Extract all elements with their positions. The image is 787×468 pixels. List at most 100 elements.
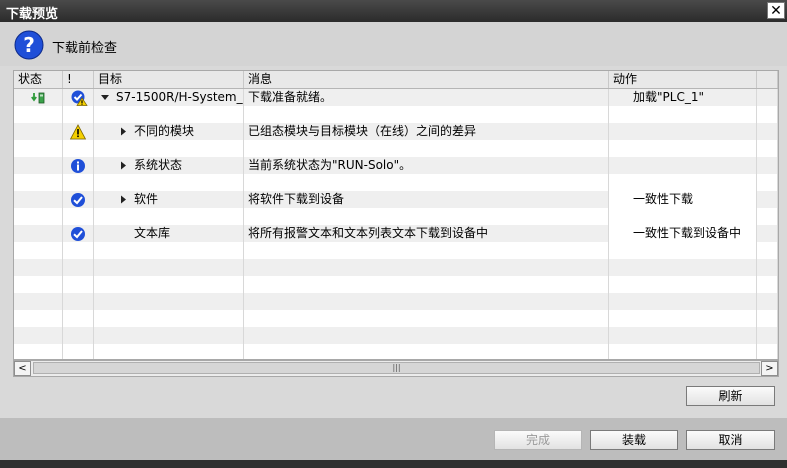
- column-header-status[interactable]: 状态: [14, 71, 63, 88]
- filler-cell: [757, 123, 778, 140]
- table-header: 状态 ! 目标 消息 动作: [14, 71, 778, 89]
- message-cell: [244, 208, 609, 225]
- action-cell: [609, 259, 757, 276]
- alert-cell: [63, 140, 94, 157]
- alert-cell: [63, 89, 94, 106]
- svg-text:?: ?: [23, 33, 35, 57]
- message-cell: [244, 276, 609, 293]
- download-device-icon: [30, 91, 46, 106]
- action-cell: [609, 123, 757, 140]
- table-row[interactable]: [14, 276, 778, 293]
- status-cell: [14, 327, 63, 344]
- message-cell: [244, 140, 609, 157]
- status-cell: [14, 157, 63, 174]
- column-header-target[interactable]: 目标: [94, 71, 244, 88]
- table-row[interactable]: [14, 106, 778, 123]
- alert-cell: [63, 310, 94, 327]
- message-cell: [244, 310, 609, 327]
- action-cell: [609, 157, 757, 174]
- status-cell: [14, 174, 63, 191]
- scroll-left-button[interactable]: <: [14, 361, 31, 376]
- filler-cell: [757, 242, 778, 259]
- close-button[interactable]: ✕: [767, 2, 785, 19]
- message-cell: [244, 174, 609, 191]
- action-cell: [609, 276, 757, 293]
- scroll-right-button[interactable]: >: [761, 361, 778, 376]
- filler-cell: [757, 157, 778, 174]
- table-row[interactable]: 文本库 将所有报警文本和文本列表文本下载到设备中 一致性下载到设备中: [14, 225, 778, 242]
- chevron-down-icon[interactable]: [100, 89, 110, 106]
- column-header-alert[interactable]: !: [63, 71, 94, 88]
- table-row[interactable]: 系统状态 当前系统状态为"RUN-Solo"。: [14, 157, 778, 174]
- target-label: S7-1500R/H-System_1: [116, 90, 244, 104]
- table-row[interactable]: [14, 259, 778, 276]
- action-cell: [609, 310, 757, 327]
- message-cell: [244, 327, 609, 344]
- message-cell: 已组态模块与目标模块（在线）之间的差异: [244, 123, 609, 140]
- finish-button[interactable]: 完成: [494, 430, 582, 450]
- table-row[interactable]: [14, 310, 778, 327]
- table-row[interactable]: 软件 将软件下载到设备 一致性下载: [14, 191, 778, 208]
- status-cell: [14, 106, 63, 123]
- target-cell: [94, 310, 244, 327]
- action-cell: [609, 106, 757, 123]
- filler-cell: [757, 174, 778, 191]
- column-header-filler: [757, 71, 778, 88]
- check-warning-icon: [70, 90, 88, 106]
- status-cell: [14, 242, 63, 259]
- action-dropdown[interactable]: 一致性下载到设备中: [609, 225, 757, 242]
- question-icon: ?: [14, 30, 44, 60]
- status-cell: [14, 276, 63, 293]
- action-cell: [609, 140, 757, 157]
- scroll-thumb[interactable]: |||: [33, 362, 760, 374]
- action-dropdown[interactable]: 一致性下载: [609, 191, 757, 208]
- table-row[interactable]: [14, 140, 778, 157]
- status-cell: [14, 123, 63, 140]
- filler-cell: [757, 208, 778, 225]
- status-cell: [14, 89, 63, 106]
- filler-cell: [757, 106, 778, 123]
- chevron-right-icon[interactable]: [118, 157, 128, 174]
- action-cell: [609, 293, 757, 310]
- message-text: 将所有报警文本和文本列表文本下载到设备中: [248, 226, 489, 240]
- filler-cell: [757, 89, 778, 106]
- horizontal-scrollbar[interactable]: < ||| >: [13, 360, 779, 377]
- column-header-message[interactable]: 消息: [244, 71, 609, 88]
- message-cell: 当前系统状态为"RUN-Solo"。: [244, 157, 609, 174]
- column-header-action[interactable]: 动作: [609, 71, 757, 88]
- refresh-button[interactable]: 刷新: [686, 386, 775, 406]
- status-cell: [14, 191, 63, 208]
- status-cell: [14, 140, 63, 157]
- alert-cell: [63, 106, 94, 123]
- target-cell: 系统状态: [94, 157, 244, 174]
- action-text[interactable]: 一致性下载到设备中: [633, 225, 741, 242]
- status-cell: [14, 225, 63, 242]
- filler-cell: [757, 225, 778, 242]
- target-cell: [94, 106, 244, 123]
- message-text: 已组态模块与目标模块（在线）之间的差异: [248, 124, 477, 138]
- action-text: 加载"PLC_1": [633, 90, 704, 104]
- alert-cell: [63, 174, 94, 191]
- table-row[interactable]: [14, 327, 778, 344]
- filler-cell: [757, 327, 778, 344]
- table-row[interactable]: 不同的模块 已组态模块与目标模块（在线）之间的差异: [14, 123, 778, 140]
- table-row[interactable]: [14, 174, 778, 191]
- action-cell: [609, 174, 757, 191]
- action-cell: [609, 344, 757, 359]
- table-row[interactable]: [14, 293, 778, 310]
- chevron-right-icon[interactable]: [118, 123, 128, 140]
- table-row[interactable]: [14, 242, 778, 259]
- message-cell: [244, 293, 609, 310]
- table-row[interactable]: [14, 208, 778, 225]
- status-cell: [14, 259, 63, 276]
- target-cell: [94, 208, 244, 225]
- action-text[interactable]: 一致性下载: [633, 191, 693, 208]
- target-cell: S7-1500R/H-System_1: [94, 89, 244, 106]
- cancel-button[interactable]: 取消: [686, 430, 775, 450]
- table-row[interactable]: [14, 344, 778, 359]
- filler-cell: [757, 310, 778, 327]
- load-button[interactable]: 装载: [590, 430, 678, 450]
- check-icon: [70, 226, 86, 242]
- chevron-right-icon[interactable]: [118, 191, 128, 208]
- table-row[interactable]: S7-1500R/H-System_1 下载准备就绪。 加载"PLC_1": [14, 89, 778, 106]
